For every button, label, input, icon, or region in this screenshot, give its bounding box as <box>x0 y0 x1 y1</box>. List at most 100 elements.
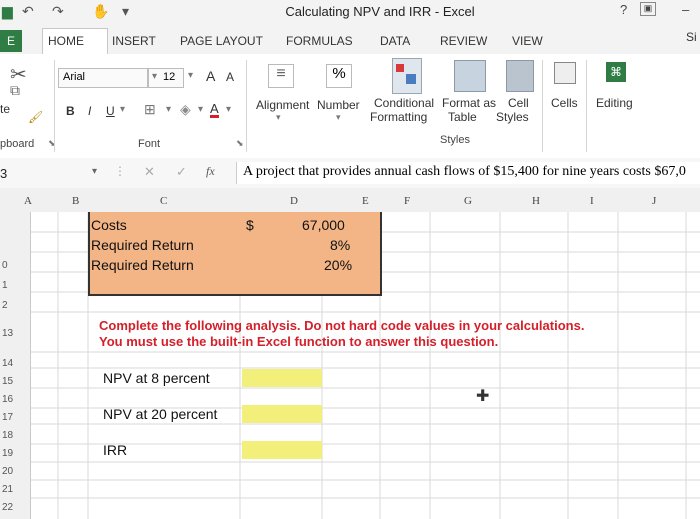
number-dropdown-icon[interactable]: ▾ <box>336 112 341 123</box>
costs-label[interactable]: Costs <box>91 217 127 233</box>
cells-button[interactable]: Cells <box>551 96 578 110</box>
row-header[interactable]: 20 <box>2 466 13 477</box>
font-name-box[interactable]: Arial <box>58 68 148 88</box>
minimize-button[interactable]: – <box>682 2 689 17</box>
row-header[interactable]: 19 <box>2 448 13 459</box>
npv-8-answer-cell[interactable] <box>242 369 322 387</box>
row-header[interactable]: 13 <box>2 328 13 339</box>
costs-value[interactable]: 67,000 <box>302 217 345 233</box>
number-button[interactable]: Number <box>317 98 360 112</box>
format-as-table-icon[interactable] <box>454 60 486 92</box>
row-header[interactable]: 14 <box>2 358 13 369</box>
cells-icon[interactable] <box>554 62 576 84</box>
sign-in-link[interactable]: Si <box>686 30 697 44</box>
font-size-dropdown-icon[interactable]: ▾ <box>188 70 193 81</box>
underline-dropdown-icon[interactable]: ▾ <box>120 104 125 115</box>
help-button[interactable]: ? <box>620 2 627 17</box>
column-header-c[interactable]: C <box>160 195 167 207</box>
find-binoculars-icon[interactable]: ⌘ <box>606 62 626 82</box>
alignment-icon[interactable]: ≡ <box>268 64 294 88</box>
editing-button[interactable]: Editing <box>596 96 633 110</box>
tab-formulas[interactable]: FORMULAS <box>286 34 353 48</box>
redo-icon[interactable]: ↷ <box>52 3 64 20</box>
name-box-dropdown-icon[interactable]: ▾ <box>92 166 97 177</box>
irr-label[interactable]: IRR <box>103 442 127 458</box>
separator <box>54 60 55 152</box>
row-header[interactable]: 15 <box>2 376 13 387</box>
required-return-value[interactable]: 8% <box>330 237 350 253</box>
underline-button[interactable]: U <box>106 104 115 118</box>
column-header-a[interactable]: A <box>24 195 32 207</box>
column-header-i[interactable]: I <box>590 195 594 207</box>
format-as-table-label-2[interactable]: Table <box>448 110 477 124</box>
row-header[interactable]: 22 <box>2 502 13 513</box>
tab-home[interactable]: HOME <box>48 34 84 48</box>
paste-button[interactable]: te <box>0 102 10 116</box>
conditional-formatting-label-1[interactable]: Conditional <box>374 96 434 110</box>
npv-8-label[interactable]: NPV at 8 percent <box>103 370 210 386</box>
row-header[interactable]: 21 <box>2 484 13 495</box>
row-header[interactable]: 16 <box>2 394 13 405</box>
shrink-font-button[interactable]: A <box>226 70 234 84</box>
tab-page-layout[interactable]: PAGE LAYOUT <box>180 34 263 48</box>
customize-toolbar-icon[interactable]: ▾ <box>122 3 129 20</box>
name-box[interactable]: 3 <box>0 166 7 181</box>
costs-currency[interactable]: $ <box>246 217 254 233</box>
bold-button[interactable]: B <box>66 104 75 118</box>
column-header-b[interactable]: B <box>72 195 79 207</box>
cancel-icon[interactable]: ✕ <box>144 164 155 180</box>
required-return-label[interactable]: Required Return <box>91 257 194 273</box>
undo-icon[interactable]: ↶ <box>22 3 34 20</box>
tab-review[interactable]: REVIEW <box>440 34 487 48</box>
required-return-value[interactable]: 20% <box>324 257 352 273</box>
column-header-j[interactable]: J <box>652 195 656 207</box>
conditional-formatting-label-2[interactable]: Formatting <box>370 110 427 124</box>
insert-function-icon[interactable]: fx <box>206 164 215 179</box>
italic-button[interactable]: I <box>88 104 91 118</box>
percent-icon[interactable]: % <box>326 64 352 88</box>
tab-view[interactable]: VIEW <box>512 34 543 48</box>
cell-styles-label-1[interactable]: Cell <box>508 96 529 110</box>
enter-icon[interactable]: ✓ <box>176 164 187 180</box>
column-header-f[interactable]: F <box>404 195 410 207</box>
tab-data[interactable]: DATA <box>380 34 410 48</box>
font-color-dropdown-icon[interactable]: ▾ <box>226 104 231 115</box>
font-size-box[interactable]: ▾ 12 <box>148 68 184 88</box>
row-header[interactable]: 17 <box>2 412 13 423</box>
tab-file[interactable]: E <box>0 30 22 52</box>
borders-icon[interactable]: ⊞ <box>144 101 156 118</box>
font-color-button[interactable]: A <box>210 102 219 118</box>
format-as-table-label-1[interactable]: Format as <box>442 96 496 110</box>
column-headers <box>0 188 700 213</box>
copy-icon[interactable]: ⧉ <box>10 82 20 99</box>
ribbon-display-icon[interactable]: ▣ <box>640 2 656 16</box>
tab-insert[interactable]: INSERT <box>112 34 156 48</box>
touch-mode-icon[interactable]: ✋ <box>92 3 109 20</box>
format-painter-icon[interactable]: 🖌 <box>28 110 43 124</box>
row-header[interactable]: 18 <box>2 430 13 441</box>
alignment-dropdown-icon[interactable]: ▾ <box>276 112 281 123</box>
column-header-h[interactable]: H <box>532 195 540 207</box>
cell-styles-icon[interactable] <box>506 60 534 92</box>
borders-dropdown-icon[interactable]: ▾ <box>166 104 171 115</box>
npv-20-label[interactable]: NPV at 20 percent <box>103 406 217 422</box>
alignment-button[interactable]: Alignment <box>256 98 309 112</box>
npv-20-answer-cell[interactable] <box>242 405 322 423</box>
font-launcher-icon[interactable]: ⬊ <box>236 138 244 149</box>
conditional-formatting-icon[interactable] <box>392 58 422 94</box>
row-header[interactable]: 0 <box>2 260 8 271</box>
grow-font-button[interactable]: A <box>206 68 215 84</box>
row-header[interactable]: 1 <box>2 280 8 291</box>
row-header[interactable]: 2 <box>2 300 8 311</box>
fill-color-icon[interactable]: ◈ <box>180 101 191 118</box>
column-header-e[interactable]: E <box>362 195 369 207</box>
fill-color-dropdown-icon[interactable]: ▾ <box>198 104 203 115</box>
required-return-label[interactable]: Required Return <box>91 237 194 253</box>
save-icon[interactable]: ▆ <box>2 3 13 20</box>
column-header-d[interactable]: D <box>290 195 298 207</box>
cell-styles-label-2[interactable]: Styles <box>496 110 529 124</box>
formula-input[interactable]: A project that provides annual cash flow… <box>236 162 700 184</box>
column-header-g[interactable]: G <box>464 195 472 207</box>
separator <box>542 60 543 152</box>
irr-answer-cell[interactable] <box>242 441 322 459</box>
